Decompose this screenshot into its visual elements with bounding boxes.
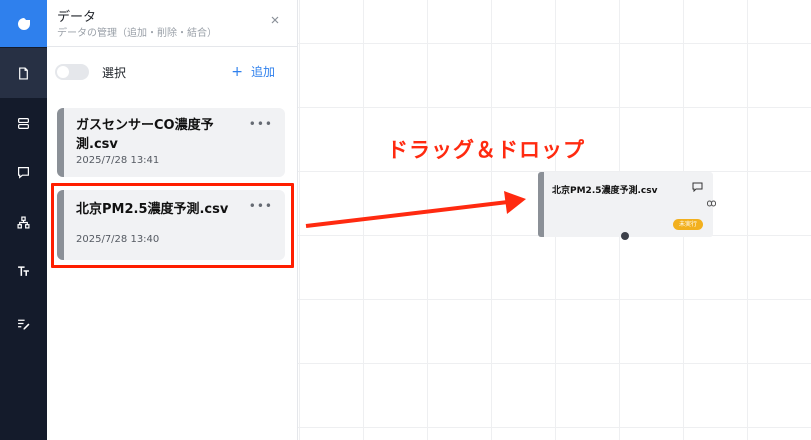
file-date: 2025/7/28 13:41 (76, 155, 160, 166)
rail-item-text[interactable] (0, 246, 47, 296)
drag-drop-annotation: ドラッグ＆ドロップ (387, 138, 585, 162)
status-badge: 未実行 (672, 219, 703, 230)
rail-item-data[interactable] (0, 48, 47, 98)
panel-subtitle: データの管理（追加・削除・結合） (57, 28, 217, 39)
rail-item-database[interactable] (0, 98, 47, 148)
chat-icon (18, 166, 29, 179)
file-card[interactable]: ガスセンサーCO濃度予測.csv 2025/7/28 13:41 ••• (57, 108, 285, 177)
comment-icon[interactable] (692, 182, 703, 192)
panel-header: データ データの管理（追加・削除・結合） (47, 0, 298, 47)
link-icon[interactable] (707, 200, 716, 207)
select-row: 選択 + 追加 (55, 61, 291, 83)
card-accent-bar (57, 108, 64, 177)
database-icon (18, 117, 29, 129)
add-data-button[interactable]: + 追加 (231, 63, 275, 80)
close-icon[interactable] (268, 13, 282, 27)
edit-list-icon (18, 319, 30, 329)
node-title: 北京PM2.5濃度予測.csv (552, 186, 658, 196)
panel-title: データ (57, 10, 97, 25)
select-label: 選択 (102, 66, 127, 80)
rail-item-chat[interactable] (0, 147, 47, 197)
drag-arrow (305, 191, 526, 228)
rail-item-edit-list[interactable] (0, 298, 47, 348)
add-label: 追加 (250, 65, 275, 79)
network-icon (17, 215, 30, 229)
rail-item-network[interactable] (0, 197, 47, 247)
document-icon (19, 66, 28, 80)
node-accent-bar (538, 172, 544, 237)
app-logo-icon (17, 17, 30, 30)
file-name: ガスセンサーCO濃度予測.csv (76, 118, 214, 152)
more-options-icon[interactable]: ••• (249, 117, 273, 131)
app-logo[interactable] (0, 0, 47, 47)
output-port[interactable] (621, 232, 629, 240)
plus-icon: + (231, 63, 243, 80)
toggle-knob (57, 66, 69, 78)
canvas-data-node[interactable]: 北京PM2.5濃度予測.csv 未実行 (538, 172, 713, 237)
select-toggle[interactable] (55, 64, 89, 80)
text-icon (18, 265, 29, 276)
icon-rail (0, 0, 47, 440)
selection-highlight (51, 183, 294, 268)
